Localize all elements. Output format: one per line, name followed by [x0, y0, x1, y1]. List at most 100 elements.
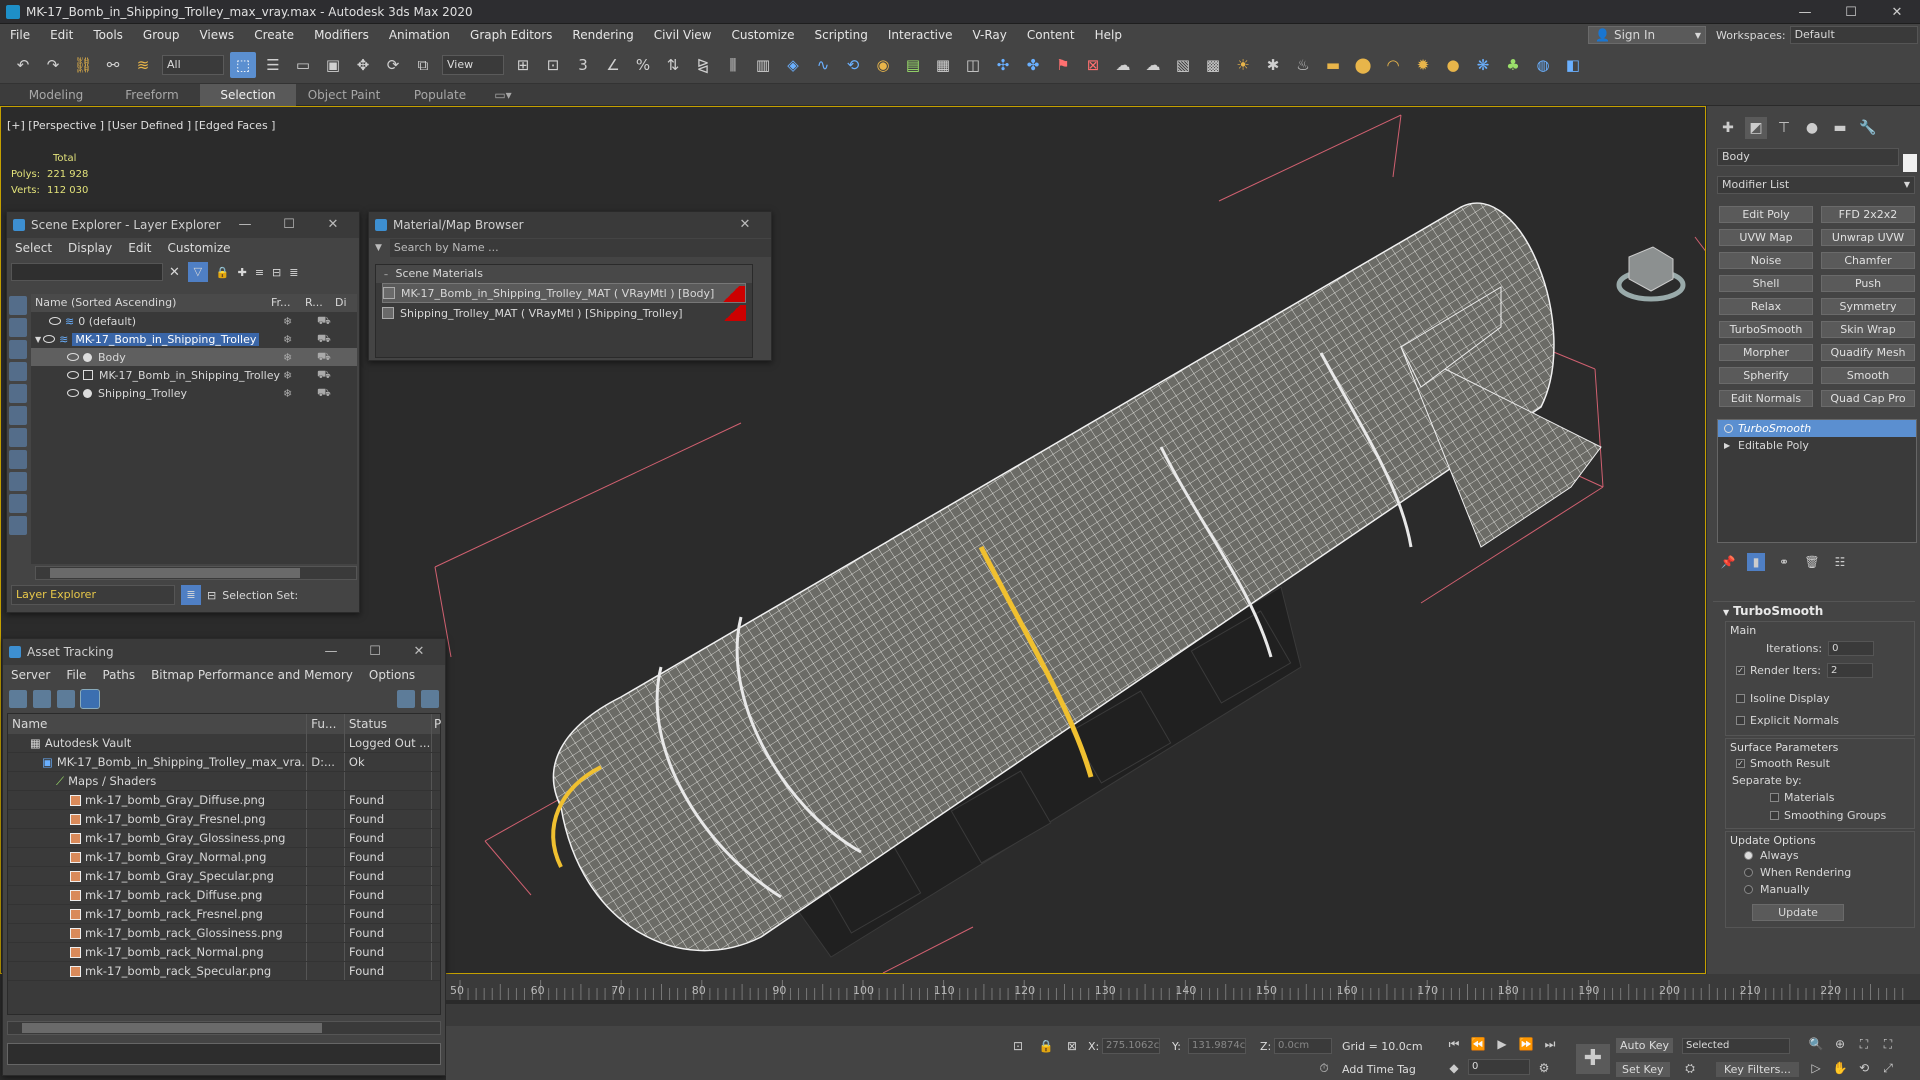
asset-row-map[interactable]: mk-17_bomb_rack_Glossiness.png Found: [8, 924, 440, 943]
render-icon[interactable]: ⛟: [317, 368, 331, 383]
asset-row-vault[interactable]: ▦ Autodesk Vault Logged Out ...: [8, 734, 440, 753]
modifier-button[interactable]: Push: [1821, 275, 1915, 292]
go-to-end-icon[interactable]: ⏭: [1542, 1036, 1558, 1052]
unlink-icon[interactable]: ⚯: [100, 52, 126, 78]
update-button[interactable]: Update: [1752, 904, 1844, 921]
x-coordinate-field[interactable]: 275.1062c: [1102, 1038, 1160, 1054]
render-iters-checkbox[interactable]: ✓: [1736, 665, 1745, 675]
asset-row-map[interactable]: mk-17_bomb_Gray_Diffuse.png Found: [8, 791, 440, 810]
smoothing-groups-checkbox[interactable]: [1770, 810, 1779, 820]
display-xrefs-icon[interactable]: [9, 450, 27, 469]
asset-horizontal-scrollbar[interactable]: [7, 1021, 441, 1035]
zoom-all-icon[interactable]: ⊕: [1832, 1036, 1848, 1052]
modifier-button[interactable]: Morpher: [1719, 344, 1813, 361]
vray-cube-icon[interactable]: ◧: [1560, 52, 1586, 78]
col-name-header[interactable]: Name (Sorted Ascending): [31, 294, 271, 312]
col-render-header[interactable]: R...: [305, 294, 335, 312]
modifier-button[interactable]: Spherify: [1719, 367, 1813, 384]
menu-display[interactable]: Display: [60, 241, 120, 255]
tree-row-default-layer[interactable]: ≋ 0 (default) ❄ ⛟: [31, 312, 357, 330]
set-keys-icon[interactable]: ✚: [1576, 1044, 1610, 1074]
modify-tab-icon[interactable]: ◩: [1745, 117, 1767, 139]
menu-views[interactable]: Views: [189, 24, 244, 46]
motion-tab-icon[interactable]: ●: [1801, 117, 1823, 139]
display-spacewarps-icon[interactable]: [9, 406, 27, 425]
col-name-header[interactable]: Name: [8, 714, 308, 734]
material-search-input[interactable]: Search by Name ...: [389, 239, 771, 257]
auto-key-button[interactable]: Auto Key: [1616, 1038, 1673, 1053]
redo-icon[interactable]: ↷: [40, 52, 66, 78]
curve-editor-icon[interactable]: ∿: [810, 52, 836, 78]
minimize-button[interactable]: —: [309, 639, 353, 665]
bind-space-warp-icon[interactable]: ≋: [130, 52, 156, 78]
menu-modifiers[interactable]: Modifiers: [304, 24, 379, 46]
material-browser-title-bar[interactable]: Material/Map Browser ✕: [369, 212, 771, 238]
modifier-button[interactable]: Quadify Mesh: [1821, 344, 1915, 361]
col-status-header[interactable]: Status: [345, 714, 433, 734]
menu-civil-view[interactable]: Civil View: [644, 24, 722, 46]
pin-stack-icon[interactable]: 📌: [1719, 553, 1737, 571]
table-view-icon[interactable]: [80, 689, 100, 709]
window-crossing-icon[interactable]: ▣: [320, 52, 346, 78]
close-button[interactable]: ✕: [1874, 0, 1920, 24]
vray-scatter-icon[interactable]: ❋: [1470, 52, 1496, 78]
freeze-icon[interactable]: ❄: [283, 315, 292, 328]
list-view-icon[interactable]: [33, 690, 51, 708]
display-containers-icon[interactable]: [9, 494, 27, 513]
scene-search-input[interactable]: [11, 263, 163, 281]
asset-row-map[interactable]: mk-17_bomb_Gray_Fresnel.png Found: [8, 810, 440, 829]
menu-help[interactable]: Help: [1085, 24, 1132, 46]
maximize-button[interactable]: ☐: [1828, 0, 1874, 24]
layers-icon[interactable]: ≡: [255, 266, 264, 279]
menu-edit[interactable]: Edit: [120, 241, 159, 255]
scrollbar-thumb[interactable]: [22, 1023, 322, 1033]
select-by-name-icon[interactable]: ☰: [260, 52, 286, 78]
vray-light-icon[interactable]: ☁: [1110, 52, 1136, 78]
display-geometry-icon[interactable]: [9, 296, 27, 315]
menu-customize[interactable]: Customize: [721, 24, 804, 46]
vray-asset-editor-icon[interactable]: ✣: [990, 52, 1016, 78]
asset-row-map[interactable]: mk-17_bomb_Gray_Normal.png Found: [8, 848, 440, 867]
menu-file[interactable]: File: [58, 668, 94, 682]
filter-icon[interactable]: ▽: [187, 262, 208, 282]
manipulate-icon[interactable]: ⊡: [540, 52, 566, 78]
collapse-icon[interactable]: ▼: [35, 335, 41, 344]
visibility-icon[interactable]: [67, 353, 79, 361]
timeline-track[interactable]: [446, 1000, 1920, 1004]
create-tab-icon[interactable]: ✚: [1717, 117, 1739, 139]
scene-explorer-title-bar[interactable]: Scene Explorer - Layer Explorer — ☐ ✕: [7, 212, 359, 238]
turbosmooth-rollout-title[interactable]: ▼ TurboSmooth: [1713, 601, 1915, 619]
ribbon-options-icon[interactable]: ▭▾: [488, 84, 518, 106]
menu-customize[interactable]: Customize: [160, 241, 239, 255]
key-filter-icon[interactable]: ⛭: [1682, 1060, 1698, 1076]
help-icon[interactable]: [397, 690, 415, 708]
visibility-icon[interactable]: [67, 371, 79, 379]
render-icon[interactable]: ⛟: [317, 386, 331, 401]
modifier-button[interactable]: Symmetry: [1821, 298, 1915, 315]
play-icon[interactable]: ▶: [1494, 1036, 1510, 1052]
asset-row-map[interactable]: mk-17_bomb_rack_Normal.png Found: [8, 943, 440, 962]
timeline[interactable]: 50 60 70 80 90 100 110 120 130 140 150 160 170 180 190…: [446, 974, 1920, 1026]
asset-row-map[interactable]: mk-17_bomb_rack_Fresnel.png Found: [8, 905, 440, 924]
vray-proxy-icon[interactable]: ✱: [1260, 52, 1286, 78]
vray-ipr-icon[interactable]: ⊠: [1080, 52, 1106, 78]
vray-cap-icon[interactable]: ◠: [1380, 52, 1406, 78]
hierarchy-tab-icon[interactable]: ⊤: [1773, 117, 1795, 139]
move-icon[interactable]: ✥: [350, 52, 376, 78]
minimize-button[interactable]: —: [1782, 0, 1828, 24]
vray-fur-icon[interactable]: ♨: [1290, 52, 1316, 78]
modifier-button[interactable]: FFD 2x2x2: [1821, 206, 1915, 223]
vray-plane-icon[interactable]: ▬: [1320, 52, 1346, 78]
add-time-tag[interactable]: Add Time Tag: [1342, 1063, 1416, 1076]
maximize-button[interactable]: ☐: [267, 212, 311, 238]
freeze-icon[interactable]: ❄: [283, 387, 292, 400]
utilities-tab-icon[interactable]: 🔧: [1857, 117, 1879, 139]
selection-set-icon[interactable]: ⊟: [207, 589, 216, 602]
field-of-view-icon[interactable]: ▷: [1808, 1060, 1824, 1076]
layer-manager-icon[interactable]: ▥: [750, 52, 776, 78]
modifier-button[interactable]: Edit Normals: [1719, 390, 1813, 407]
modifier-button[interactable]: TurboSmooth: [1719, 321, 1813, 338]
clear-search-icon[interactable]: ✕: [169, 265, 180, 280]
tab-populate[interactable]: Populate: [392, 84, 488, 106]
options-chevron-icon[interactable]: ▼: [375, 243, 382, 253]
